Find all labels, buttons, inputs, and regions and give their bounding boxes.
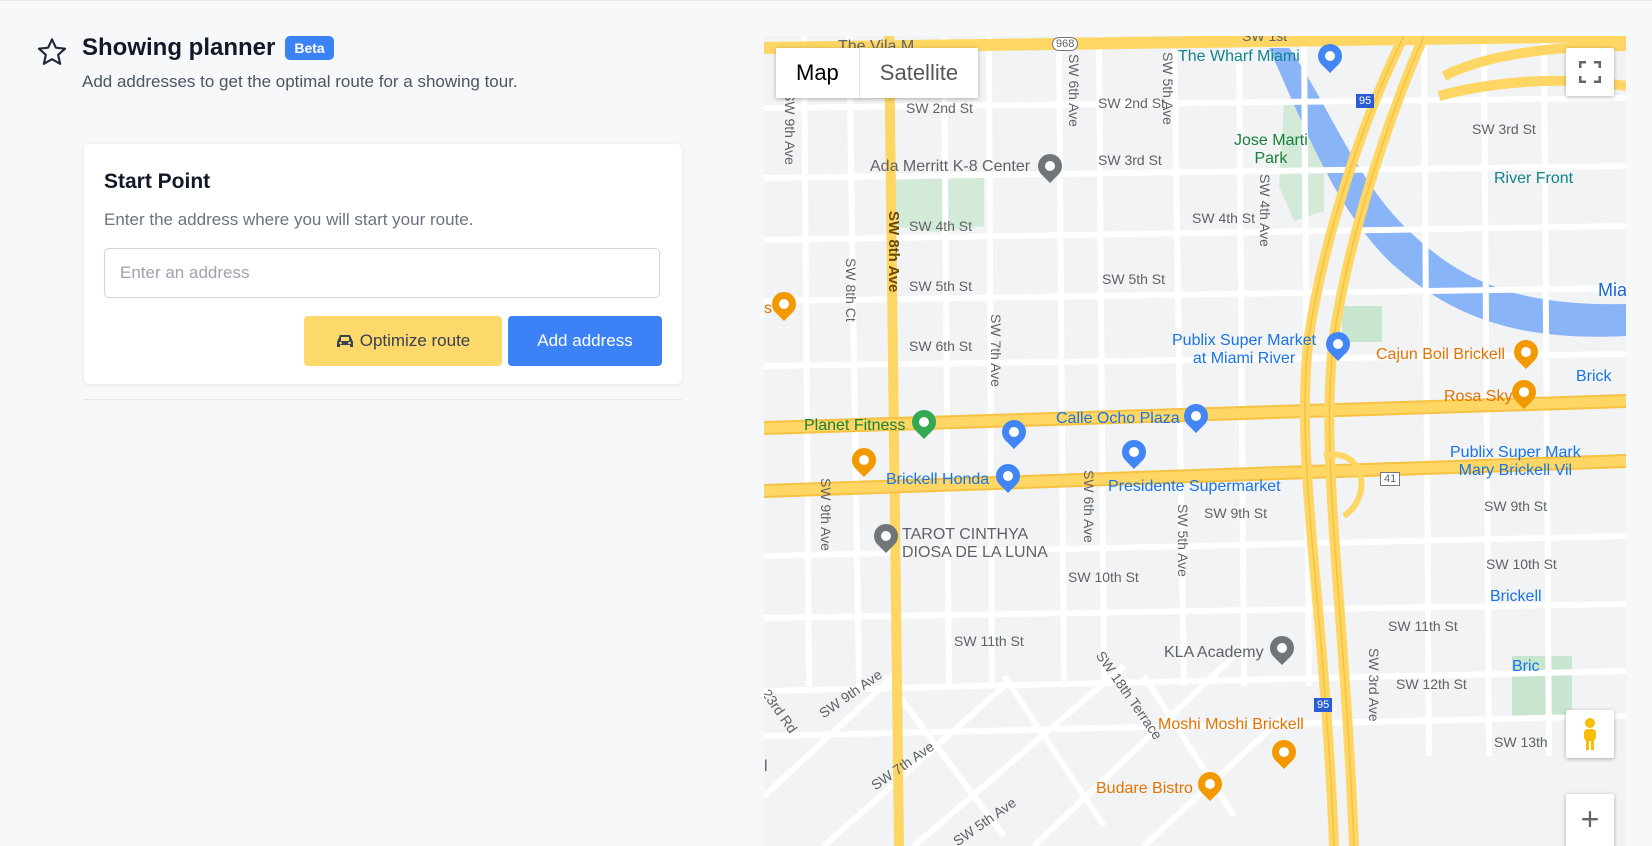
street-label: SW 7th Ave [988,314,1004,387]
street-label: SW 5th St [1102,271,1166,287]
optimize-route-button[interactable]: Optimize route [304,316,502,366]
street-label: SW 3rd Ave [1366,648,1382,722]
street-label: SW 11th St [1388,618,1458,634]
poi-label-line: DIOSA DE LA LUNA [902,544,1048,561]
street-label: SW 5th St [909,278,973,294]
street-label: SW 9th St [1484,498,1548,514]
section-divider [84,399,682,400]
street-label: SW 3rd St [1098,152,1162,168]
poi-label[interactable]: Jose Marti Park [1234,132,1308,168]
title-row: Showing planner Beta [82,34,334,62]
fullscreen-icon [1579,61,1601,83]
map-type-satellite-tab[interactable]: Satellite [858,48,979,98]
poi-label[interactable]: Publix Super Mark Mary Brickell Vil [1450,444,1581,480]
poi-label[interactable]: Rosa Sky [1444,388,1512,406]
street-label: SW 3rd St [1472,121,1536,137]
poi-label[interactable]: River Front [1494,170,1573,188]
car-icon [336,335,353,347]
poi-label[interactable]: Cajun Boil Brickell [1376,346,1505,364]
star-icon[interactable] [36,36,68,68]
poi-label[interactable]: Calle Ocho Plaza [1056,410,1180,428]
river-label: Mia [1598,280,1626,300]
route-95-shield: 95 [1356,94,1375,108]
page-title: Showing planner [82,34,276,61]
poi-label[interactable]: The Wharf Miami [1178,48,1300,66]
zoom-control: + − [1566,794,1614,846]
street-label: SW 9th St [1204,505,1268,521]
address-input[interactable] [104,248,660,298]
zoom-out-button[interactable]: − [1581,839,1600,846]
map-type-control: Map Satellite [776,48,979,98]
map-type-map-tab[interactable]: Map [776,48,859,98]
poi-label[interactable]: Planet Fitness [804,417,905,435]
street-label: SW 2nd St [906,100,973,116]
poi-label-line: Park [1254,150,1288,167]
street-label: SW 4th Ave [1257,174,1273,247]
street-label: SW 5th Ave [1160,52,1176,125]
poi-label-line: Publix Super Market [1172,332,1317,349]
street-label: SW 9th Ave [818,478,834,551]
poi-label-line: TAROT CINTHYA [902,526,1029,543]
poi-label: s [764,300,772,317]
poi-label[interactable]: TAROT CINTHYA DIOSA DE LA LUNA [902,526,1048,562]
optimize-route-label: Optimize route [359,331,471,350]
street-label: SW 13th [1494,734,1548,750]
street-label: SW 11th St [954,633,1024,649]
street-label: SW 9th Ave [782,92,798,165]
route-41-shield: 41 [1380,472,1401,486]
street-label: SW 8th Ave [885,211,902,293]
poi-label-line: Mary Brickell Vil [1458,462,1573,479]
route-95-shield: 95 [1314,698,1333,712]
zoom-in-button[interactable]: + [1581,799,1600,839]
street-view-pegman-button[interactable] [1566,710,1614,758]
street-label: SW 8th Ct [843,258,859,322]
route-968-shield: 968 [1052,37,1079,51]
street-label: SW 10th St [1068,569,1139,585]
street-label: SW 6th St [909,338,973,354]
street-label: SW 5th Ave [1175,504,1191,577]
street-label: SW 12th St [1396,676,1467,692]
street-label: SW 2nd St [1098,95,1165,111]
street-label: SW 4th St [909,218,973,234]
top-border [0,0,1652,1]
poi-label[interactable]: Moshi Moshi Brickell [1158,716,1304,734]
card-description: Enter the address where you will start y… [104,210,474,229]
card-title: Start Point [104,170,211,193]
poi-label[interactable]: Publix Super Market at Miami River [1172,332,1316,368]
street-label: SW 10th St [1486,556,1557,572]
add-address-button[interactable]: Add address [508,316,662,366]
poi-label[interactable]: Brickell [1490,588,1542,606]
street-label: SW 6th Ave [1066,54,1082,127]
poi-label-line: at Miami River [1192,350,1296,367]
poi-label[interactable]: Presidente Supermarket [1108,478,1281,496]
poi-label[interactable]: KLA Academy [1164,644,1264,662]
poi-label[interactable]: Budare Bistro [1096,780,1193,798]
page-subtitle: Add addresses to get the optimal route f… [82,72,518,91]
poi-label-line: Jose Marti [1234,132,1308,149]
poi-label[interactable]: Bric [1512,658,1540,676]
poi-label[interactable]: Brickell Honda [886,471,989,489]
street-label: SW 1st [1242,36,1288,44]
map-view[interactable]: 968 95 95 41 SW 1st SW 2nd St SW 2nd St … [764,36,1626,846]
poi-label: l [764,758,768,775]
fullscreen-button[interactable] [1566,48,1614,96]
poi-label[interactable]: Brick [1576,368,1612,386]
poi-label-line: Publix Super Mark [1450,444,1581,461]
beta-badge: Beta [285,36,334,60]
street-label: SW 6th Ave [1081,470,1097,543]
start-point-card: Start Point Enter the address where you … [84,144,682,384]
street-label: SW 4th St [1192,210,1256,226]
pegman-icon [1584,718,1596,750]
poi-label[interactable]: Ada Merritt K-8 Center [870,158,1030,176]
